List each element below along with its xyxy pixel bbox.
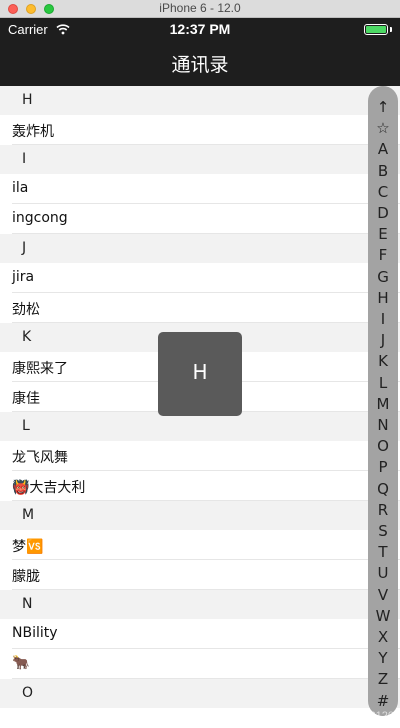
contact-row[interactable]: jira (0, 263, 400, 293)
index-letter[interactable]: U (368, 564, 398, 582)
section-header: I (0, 145, 400, 174)
contact-name: 👹大吉大利 (12, 480, 86, 496)
section-header: J (0, 234, 400, 263)
contact-name: NBility (12, 625, 58, 641)
index-letter[interactable]: M (368, 395, 398, 413)
index-letter[interactable]: B (368, 162, 398, 180)
contact-name: 轰炸机 (12, 124, 54, 140)
index-letter[interactable]: V (368, 586, 398, 604)
index-letter[interactable]: D (368, 204, 398, 222)
index-letter[interactable]: P (368, 458, 398, 476)
index-letter[interactable]: E (368, 225, 398, 243)
contact-name: 康熙来了 (12, 361, 68, 377)
battery-icon (364, 24, 388, 35)
contact-row[interactable]: 轰炸机 (0, 115, 400, 145)
section-header-label: O (22, 685, 34, 701)
contact-name: 梦🆚 (12, 539, 44, 555)
contact-name: 🐂 (12, 655, 30, 671)
contact-name: 康佳 (12, 391, 40, 407)
contact-name: jira (12, 269, 35, 285)
contact-row[interactable]: 龙飞风舞 (0, 441, 400, 471)
section-header-label: I (22, 151, 27, 167)
index-letter[interactable]: S (368, 522, 398, 540)
section-header: L (0, 412, 400, 441)
index-letter[interactable]: Y (368, 649, 398, 667)
simulator-title-bar: iPhone 6 - 12.0 (0, 0, 400, 18)
section-header-label: L (22, 418, 30, 434)
index-letter[interactable]: Q (368, 480, 398, 498)
index-letter[interactable]: C (368, 183, 398, 201)
index-letter[interactable]: ↑ (368, 98, 398, 116)
contact-name: ingcong (12, 210, 68, 226)
section-header: N (0, 590, 400, 619)
contact-row[interactable]: 劲松 (0, 293, 400, 323)
index-letter[interactable]: A (368, 140, 398, 158)
battery-tip (390, 27, 392, 32)
index-letter[interactable]: O (368, 437, 398, 455)
index-letter[interactable]: G (368, 268, 398, 286)
index-letter-hud: H (158, 332, 242, 416)
contact-row[interactable]: 朦胧 (0, 560, 400, 590)
index-letter[interactable]: R (368, 501, 398, 519)
contact-row[interactable]: 梦🆚 (0, 530, 400, 560)
section-header-label: J (22, 240, 27, 256)
status-bar: Carrier 12:37 PM (0, 18, 400, 40)
index-letter[interactable]: N (368, 416, 398, 434)
contact-row[interactable]: NBility (0, 619, 400, 649)
section-header-label: N (22, 596, 33, 612)
contact-name: 劲松 (12, 302, 40, 318)
page-title: 通讯录 (171, 54, 229, 76)
hud-letter: H (192, 360, 208, 384)
index-letter[interactable]: # (368, 692, 398, 710)
section-header: H (0, 86, 400, 115)
section-header-label: K (22, 329, 32, 345)
contact-name: 朦胧 (12, 569, 40, 585)
contact-row[interactable]: ila (0, 174, 400, 204)
contact-row[interactable]: 🐂 (0, 649, 400, 679)
contact-row[interactable]: ingcong (0, 204, 400, 234)
contact-row[interactable]: 👹大吉大利 (0, 471, 400, 501)
index-letter[interactable]: ☆ (368, 119, 398, 137)
contact-name: 龙飞风舞 (12, 450, 68, 466)
simulator-title: iPhone 6 - 12.0 (159, 1, 241, 15)
clock: 12:37 PM (169, 21, 231, 37)
section-header-label: H (22, 92, 33, 108)
watermark: https://blog.csdn.net/u013378120 (231, 710, 394, 722)
index-letter[interactable]: J (368, 331, 398, 349)
index-letter[interactable]: Z (368, 670, 398, 688)
index-letter[interactable]: L (368, 374, 398, 392)
index-letter[interactable]: H (368, 289, 398, 307)
contact-name: ila (12, 180, 29, 196)
index-letter[interactable]: I (368, 310, 398, 328)
section-index[interactable]: ↑ ☆ A B C D E F G H I J K L M N O P Q R S T U V W X Y Z # (368, 86, 398, 716)
index-letter[interactable]: F (368, 246, 398, 264)
section-header: M (0, 501, 400, 530)
index-letter[interactable]: W (368, 607, 398, 625)
index-letter[interactable]: T (368, 543, 398, 561)
index-letter[interactable]: X (368, 628, 398, 646)
section-header: O (0, 679, 400, 708)
navigation-bar: 通讯录 (0, 40, 400, 86)
index-letter[interactable]: K (368, 352, 398, 370)
section-header-label: M (22, 507, 35, 523)
